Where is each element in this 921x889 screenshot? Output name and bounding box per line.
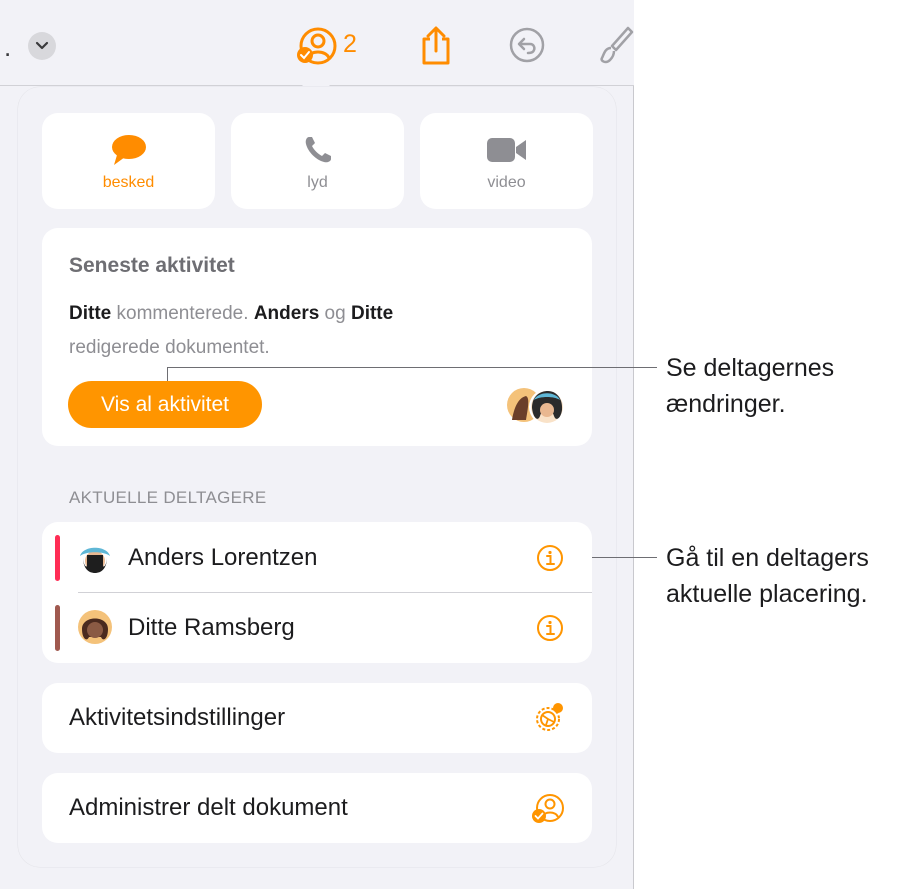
callout-text-line: aktuelle placering. (666, 580, 868, 608)
manage-shared-document-label[interactable]: Administrer delt dokument (69, 794, 348, 822)
video-camera-icon (486, 133, 528, 167)
message-label: besked (102, 174, 155, 191)
video-button[interactable]: video (420, 113, 593, 209)
row-divider (78, 592, 592, 593)
recent-activity-line-1: Ditte kommenterede. Anders og Ditte (69, 303, 393, 325)
audio-button[interactable]: lyd (231, 113, 404, 209)
share-icon[interactable] (419, 26, 453, 71)
recent-activity-line-2: redigerede dokumentet. (69, 337, 270, 358)
participant-color-bar (55, 535, 60, 581)
name-ditte: Ditte (69, 303, 112, 324)
show-all-activity-button[interactable]: Vis al aktivitet (68, 381, 262, 428)
text-and: og (319, 303, 351, 324)
avatar (77, 539, 113, 582)
phone-icon (302, 133, 334, 167)
info-icon[interactable] (536, 544, 564, 577)
callout-leader (592, 557, 657, 558)
callout-go-to-location: Gå til en deltagers aktuelle placering. (666, 540, 869, 612)
paintbrush-icon[interactable] (598, 24, 634, 73)
callout-leader (167, 367, 657, 368)
name-anders: Anders (253, 303, 320, 324)
participant-name[interactable]: Ditte Ramsberg (128, 614, 295, 642)
video-label: video (487, 174, 526, 191)
callout-text-line: ændringer. (666, 390, 786, 418)
app-window: . 2 besked lyd video Seneste aktivitet D… (0, 0, 634, 889)
text-commented: kommenterede. (111, 303, 254, 324)
recent-activity-title: Seneste aktivitet (69, 254, 235, 277)
audio-label: lyd (307, 174, 328, 191)
callout-see-changes: Se deltagernes ændringer. (666, 350, 834, 422)
collaborate-icon[interactable] (294, 26, 340, 71)
participants-heading: AKTUELLE DELTAGERE (69, 488, 267, 507)
ellipsis-fragment: . (4, 32, 12, 62)
callout-text-line: Gå til en deltagers (666, 544, 869, 572)
message-button[interactable]: besked (42, 113, 215, 209)
avatar (77, 609, 113, 650)
chevron-down-icon[interactable] (28, 32, 56, 60)
callout-leader (167, 367, 168, 381)
info-icon[interactable] (536, 614, 564, 647)
name-ditte-2: Ditte (350, 303, 394, 324)
popover-arrow (300, 72, 332, 88)
participant-name[interactable]: Anders Lorentzen (128, 544, 317, 572)
message-bubble-icon (111, 133, 147, 167)
collaborator-count[interactable]: 2 (343, 30, 357, 59)
manage-shared-icon[interactable] (530, 792, 566, 831)
activity-settings-label[interactable]: Aktivitetsindstillinger (69, 704, 285, 732)
participant-color-bar (55, 605, 60, 651)
callout-text-line: Se deltagernes (666, 354, 835, 382)
activity-settings-icon[interactable] (532, 701, 566, 740)
avatar-stack (506, 386, 568, 431)
undo-icon[interactable] (509, 27, 545, 68)
